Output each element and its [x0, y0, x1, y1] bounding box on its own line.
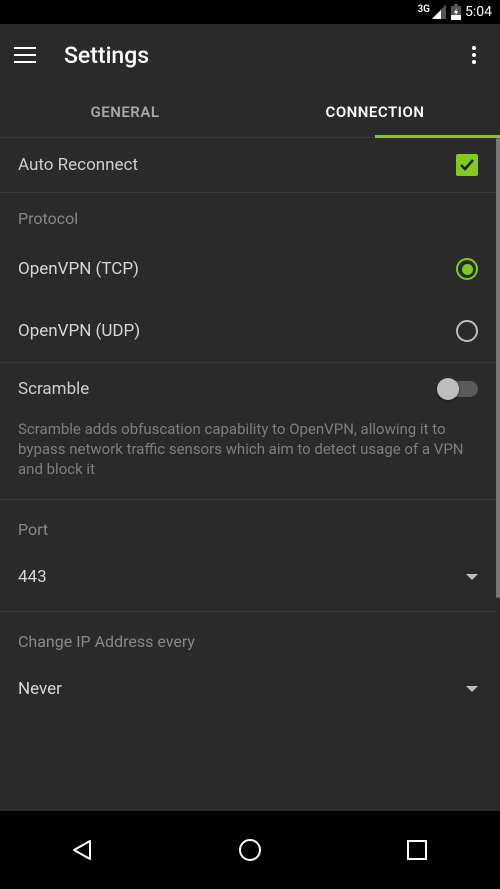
port-value: 443: [18, 567, 466, 587]
setting-scramble[interactable]: Scramble: [0, 363, 496, 415]
dropdown-caret-icon: [466, 686, 478, 692]
home-icon: [237, 837, 263, 863]
tab-general-label: GENERAL: [91, 103, 160, 121]
clock-label: 5:04: [465, 4, 492, 20]
tab-connection-label: CONNECTION: [326, 103, 425, 121]
setting-auto-reconnect[interactable]: Auto Reconnect: [0, 138, 496, 193]
protocol-tcp-label: OpenVPN (TCP): [18, 259, 456, 279]
app-bar: Settings: [0, 24, 500, 86]
switch-knob: [437, 378, 459, 400]
protocol-udp-label: OpenVPN (UDP): [18, 321, 456, 341]
ip-change-section-header: Change IP Address every: [0, 612, 496, 661]
back-button[interactable]: [68, 835, 98, 865]
protocol-section-header: Protocol: [0, 193, 496, 238]
battery-icon: [451, 4, 461, 20]
recent-apps-button[interactable]: [402, 835, 432, 865]
tab-bar: GENERAL CONNECTION: [0, 86, 500, 138]
auto-reconnect-checkbox[interactable]: [456, 154, 478, 176]
home-button[interactable]: [235, 835, 265, 865]
hamburger-menu-button[interactable]: [14, 43, 38, 67]
protocol-tcp-radio[interactable]: [456, 258, 478, 280]
dropdown-caret-icon: [466, 574, 478, 580]
settings-content: Auto Reconnect Protocol OpenVPN (TCP) Op…: [0, 138, 496, 811]
tab-general[interactable]: GENERAL: [0, 86, 250, 137]
protocol-udp-radio[interactable]: [456, 320, 478, 342]
page-title: Settings: [64, 42, 436, 69]
protocol-radio-group: OpenVPN (TCP) OpenVPN (UDP): [0, 238, 496, 363]
protocol-option-udp[interactable]: OpenVPN (UDP): [0, 300, 496, 362]
ip-change-value: Never: [18, 679, 466, 699]
network-type-label: 3G: [417, 4, 430, 15]
status-bar: 3G 5:04: [0, 0, 500, 24]
scramble-description: Scramble adds obfuscation capability to …: [0, 415, 496, 500]
scrollbar[interactable]: [496, 138, 500, 598]
port-section: Port 443: [0, 500, 496, 612]
scramble-label: Scramble: [18, 379, 438, 399]
scramble-switch[interactable]: [438, 381, 478, 397]
tab-connection[interactable]: CONNECTION: [250, 86, 500, 137]
navigation-bar: [0, 811, 500, 889]
square-icon: [405, 838, 429, 862]
check-icon: [459, 157, 475, 173]
back-icon: [70, 837, 96, 863]
port-dropdown[interactable]: 443: [0, 549, 496, 607]
signal-icon: [431, 4, 447, 20]
auto-reconnect-label: Auto Reconnect: [18, 155, 456, 175]
port-section-header: Port: [0, 500, 496, 549]
ip-change-dropdown[interactable]: Never: [0, 661, 496, 705]
ip-change-section: Change IP Address every Never: [0, 612, 496, 709]
overflow-menu-button[interactable]: [462, 43, 486, 67]
protocol-option-tcp[interactable]: OpenVPN (TCP): [0, 238, 496, 300]
